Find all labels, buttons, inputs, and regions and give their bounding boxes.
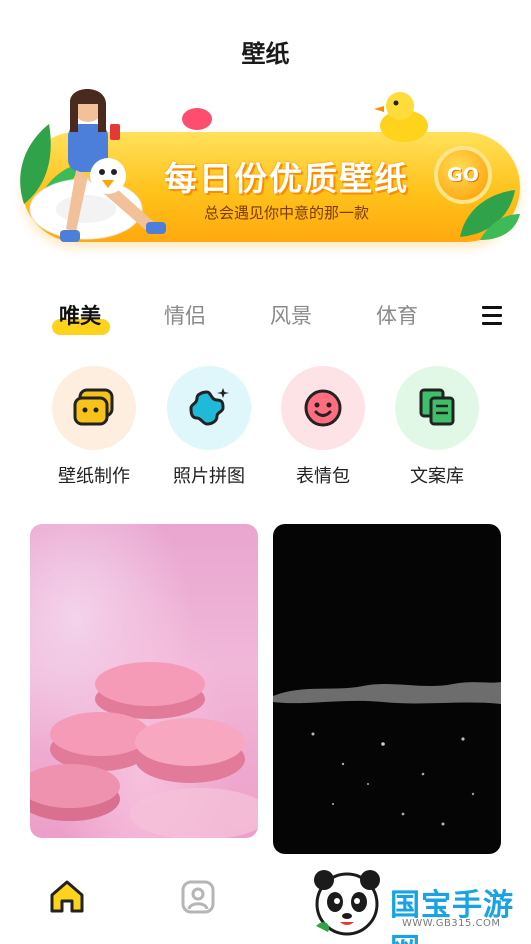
- pink-blob-decoration: [182, 108, 212, 130]
- wallpaper-make-icon: [52, 366, 136, 450]
- watermark: 国宝手游网 WWW.GB315.COM: [292, 858, 531, 944]
- tool-label: 照片拼图: [173, 466, 245, 487]
- macaron-image: [30, 662, 258, 838]
- menu-icon[interactable]: [482, 306, 502, 326]
- duck-decoration: [374, 92, 428, 142]
- tool-copy-library[interactable]: 文案库: [387, 366, 487, 488]
- leaves-decoration-right: [460, 190, 520, 240]
- tab-fengjing[interactable]: 风景: [270, 300, 312, 330]
- banner-title: 每日份优质壁纸: [164, 159, 409, 198]
- tool-label: 文案库: [410, 466, 464, 487]
- tab-qinglv[interactable]: 情侣: [164, 300, 206, 330]
- wallpaper-card-macaron[interactable]: [30, 524, 258, 838]
- profile-icon[interactable]: [180, 879, 216, 915]
- page-title: 壁纸: [241, 40, 290, 68]
- dark-water-image: [273, 682, 501, 826]
- tool-meme[interactable]: 表情包: [273, 366, 373, 488]
- banner-subtitle: 总会遇见你中意的那一款: [204, 204, 370, 222]
- smiley-icon: [281, 366, 365, 450]
- tool-label: 表情包: [296, 466, 350, 487]
- panda-logo-icon: [314, 870, 380, 936]
- tool-photo-puzzle[interactable]: 照片拼图: [159, 366, 259, 488]
- category-tabs: 唯美 情侣 风景 体育: [0, 300, 531, 340]
- watermark-url: WWW.GB315.COM: [402, 918, 501, 929]
- girl-illustration: [29, 88, 166, 242]
- home-icon[interactable]: [48, 879, 86, 915]
- watermark-text: 国宝手游网: [390, 888, 514, 944]
- tool-label: 壁纸制作: [58, 466, 130, 487]
- sparkle-puzzle-icon: [167, 366, 251, 450]
- tab-tiyu[interactable]: 体育: [376, 300, 418, 330]
- tool-wallpaper-make[interactable]: 壁纸制作: [44, 366, 144, 488]
- tab-weimei[interactable]: 唯美: [59, 300, 101, 330]
- copy-library-icon: [395, 366, 479, 450]
- wallpaper-card-dark-water[interactable]: [273, 524, 501, 854]
- promo-banner[interactable]: 每日份优质壁纸 总会遇见你中意的那一款 GO: [14, 84, 522, 256]
